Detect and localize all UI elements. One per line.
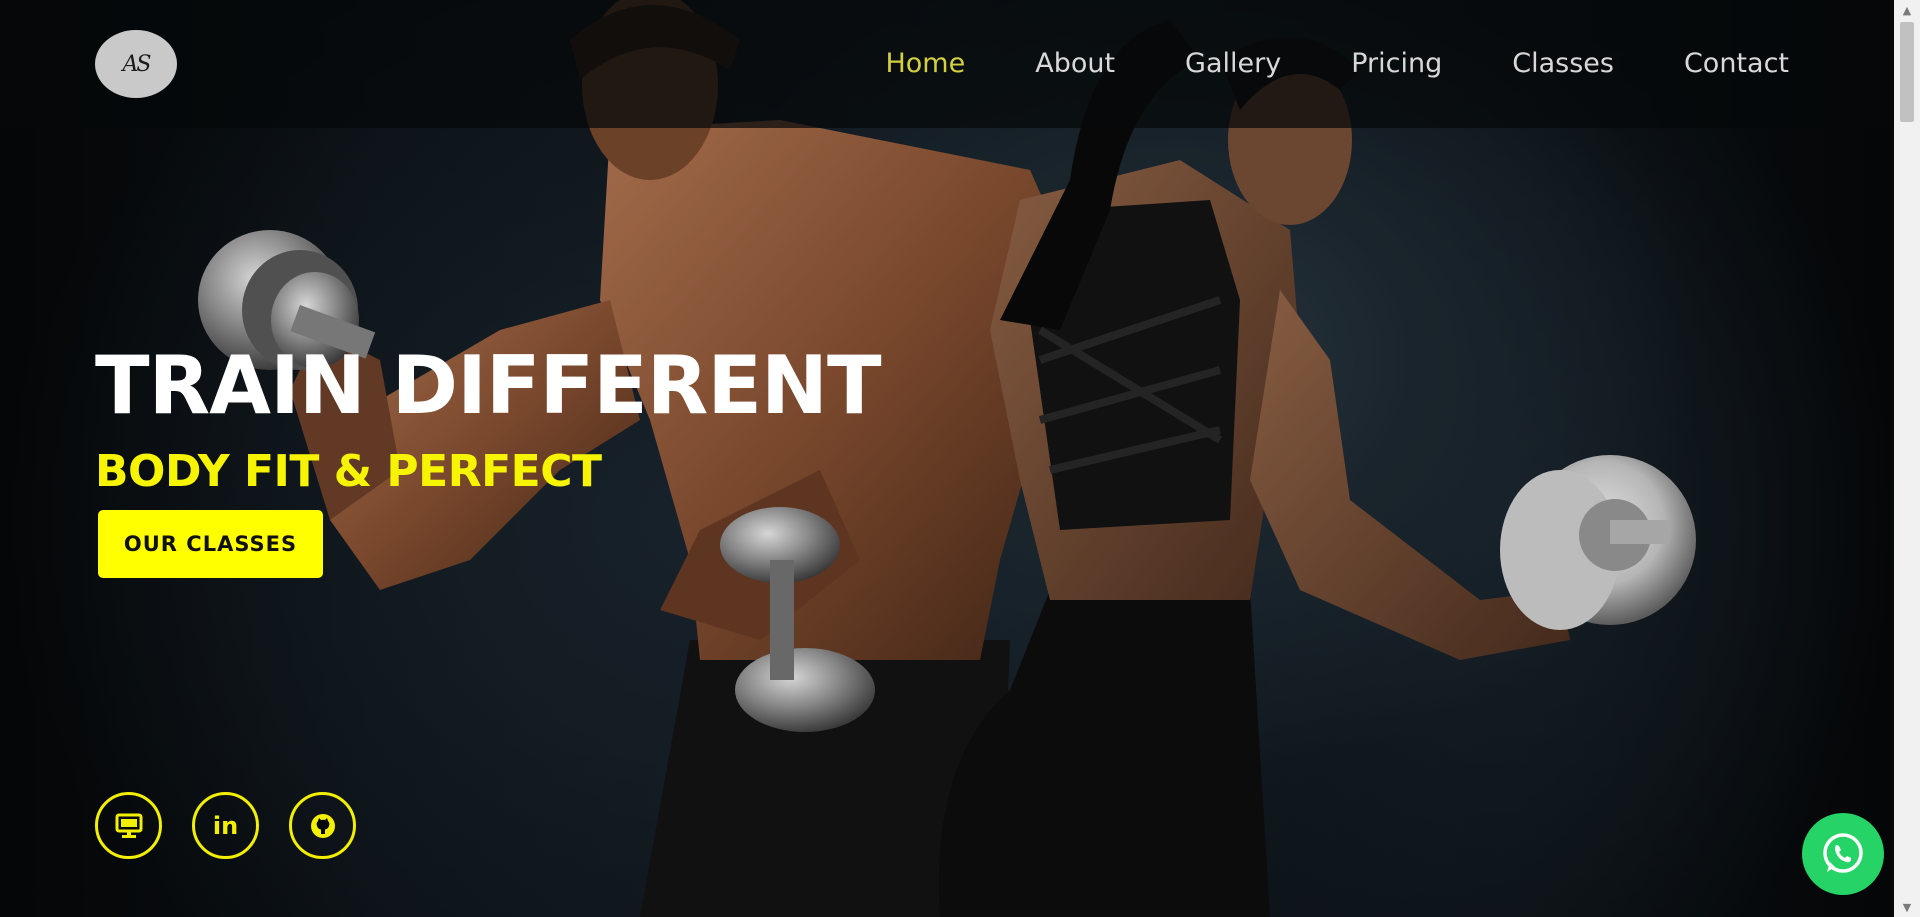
nav-item-classes[interactable]: Classes (1512, 44, 1614, 84)
scroll-up-arrow-icon[interactable]: ▲ (1894, 0, 1920, 20)
social-links: in (95, 792, 386, 859)
top-navbar: AS Home About Gallery Pricing Classes Co… (0, 0, 1894, 128)
page: AS Home About Gallery Pricing Classes Co… (0, 0, 1920, 917)
page-scrollbar[interactable]: ▲ ▼ (1894, 0, 1920, 917)
whatsapp-icon[interactable] (1802, 813, 1884, 895)
nav-item-contact[interactable]: Contact (1684, 44, 1789, 84)
main-nav: Home About Gallery Pricing Classes Conta… (815, 44, 1789, 84)
nav-item-home[interactable]: Home (885, 44, 965, 84)
monitor-icon[interactable] (95, 792, 162, 859)
github-icon[interactable] (289, 792, 356, 859)
linkedin-glyph: in (212, 811, 239, 840)
scroll-down-arrow-icon[interactable]: ▼ (1894, 897, 1920, 917)
nav-item-gallery[interactable]: Gallery (1185, 44, 1281, 84)
nav-item-about[interactable]: About (1035, 44, 1115, 84)
linkedin-icon[interactable]: in (192, 792, 259, 859)
hero-headline: TRAIN DIFFERENT (95, 339, 882, 432)
logo[interactable]: AS (95, 30, 177, 98)
logo-text: AS (122, 51, 152, 77)
nav-item-pricing[interactable]: Pricing (1351, 44, 1442, 84)
hero-subheadline: BODY FIT & PERFECT (95, 446, 602, 497)
scrollbar-thumb[interactable] (1900, 22, 1914, 122)
our-classes-button[interactable]: OUR CLASSES (98, 510, 323, 578)
